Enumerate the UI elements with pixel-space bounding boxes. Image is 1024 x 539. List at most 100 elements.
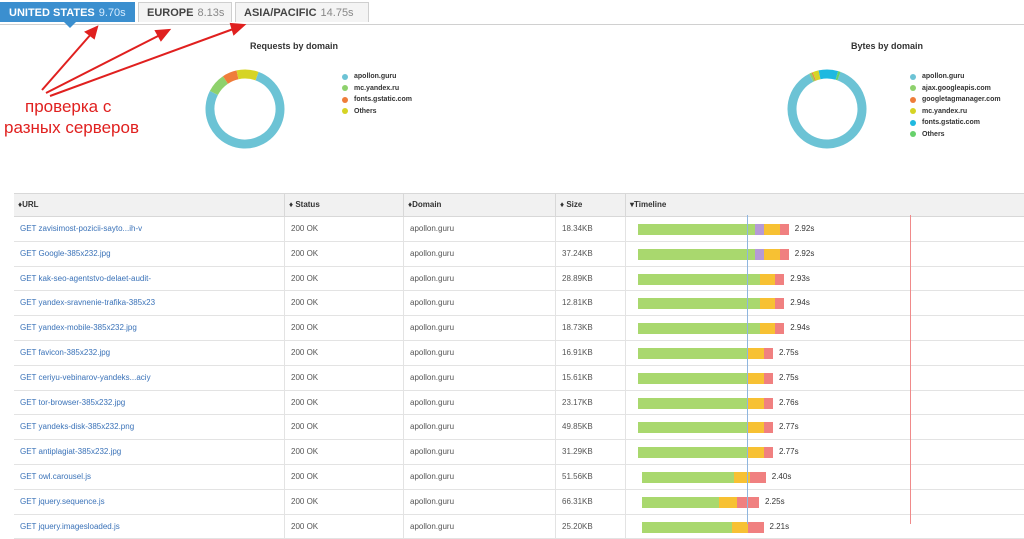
donut-slice[interactable] [792, 76, 862, 144]
request-url-link[interactable]: GET kak-seo-agentstvo-delaet-audit- [14, 267, 284, 291]
table-row[interactable]: GET tor-browser-385x232.jpg200 OKapollon… [14, 391, 1024, 416]
table-row[interactable]: GET owl.carousel.js200 OKapollon.guru51.… [14, 465, 1024, 490]
request-url-link[interactable]: GET jquery.sequence.js [14, 490, 284, 514]
timeline-bar[interactable] [638, 323, 784, 334]
timeline-segment [638, 447, 748, 458]
request-url-link[interactable]: GET favicon-385x232.jpg [14, 341, 284, 365]
donut-slice[interactable] [811, 77, 813, 78]
request-url-link[interactable]: GET yandex-mobile-385x232.jpg [14, 316, 284, 340]
table-row[interactable]: GET yandex-sravnenie-trafika-385x23200 O… [14, 291, 1024, 316]
size-cell: 15.61KB [555, 366, 625, 390]
timeline-segment [775, 323, 784, 334]
size-cell: 18.34KB [555, 217, 625, 241]
table-row[interactable]: GET yandex-mobile-385x232.jpg200 OKapoll… [14, 316, 1024, 341]
timeline-bar[interactable] [638, 447, 773, 458]
timeline-segment [760, 298, 776, 309]
donut-slice[interactable] [820, 74, 837, 75]
request-url-link[interactable]: GET Google-385x232.jpg [14, 242, 284, 266]
timeline-bar[interactable] [638, 224, 789, 235]
timeline-cell: 2.75s [625, 366, 1024, 390]
table-row[interactable]: GET zavisimost-pozicii-sayto...ih-v200 O… [14, 217, 1024, 242]
timeline-segment [642, 472, 734, 483]
column-header-url[interactable]: ♦URL [14, 194, 284, 216]
timeline-bar[interactable] [638, 422, 773, 433]
column-header-domain[interactable]: ♦Domain [403, 194, 555, 216]
timeline-duration: 2.94s [790, 316, 810, 340]
timeline-segment [642, 497, 719, 508]
table-row[interactable]: GET kak-seo-agentstvo-delaet-audit-200 O… [14, 267, 1024, 292]
request-url-link[interactable]: GET ceriyu-vebinarov-yandeks...aciy [14, 366, 284, 390]
table-body: GET zavisimost-pozicii-sayto...ih-v 200 O… [14, 217, 1024, 539]
legend-label: fonts.gstatic.com [354, 94, 412, 106]
timeline-cell: 2.93s [625, 267, 1024, 291]
column-header-size[interactable]: ♦ Size [555, 194, 625, 216]
timeline-bar[interactable] [642, 497, 759, 508]
request-url-link[interactable]: GET zavisimost-pozicii-sayto...ih-v [14, 217, 284, 241]
request-url-link[interactable]: GET jquery.imagesloaded.js [14, 515, 284, 539]
legend-label: mc.yandex.ru [922, 106, 967, 118]
timeline-segment [764, 422, 773, 433]
arrow-head [156, 30, 169, 40]
legend-label: Others [354, 106, 377, 118]
legend-label: fonts.gstatic.com [922, 117, 980, 129]
timeline-segment [764, 373, 773, 384]
timeline-bar[interactable] [638, 274, 784, 285]
legend-dot-icon [910, 108, 916, 114]
legend-item: Others [910, 129, 1001, 141]
table-row[interactable]: GET ceriyu-vebinarov-yandeks...aciy200 O… [14, 366, 1024, 391]
request-url-link[interactable]: GET yandex-sravnenie-trafika-385x23 [14, 291, 284, 315]
donut-slice[interactable] [814, 75, 819, 77]
table-row[interactable]: GET antiplagiat-385x232.jpg200 OKapollon… [14, 440, 1024, 465]
timeline-bar[interactable] [638, 398, 773, 409]
legend-dot-icon [910, 74, 916, 80]
timeline-cell: 2.77s [625, 440, 1024, 464]
domain-cell: apollon.guru [403, 217, 555, 241]
donut-slice[interactable] [225, 75, 237, 80]
timeline-segment [764, 447, 773, 458]
timeline-duration: 2.77s [779, 415, 799, 439]
timeline-segment [764, 398, 773, 409]
status-cell: 200 OK [284, 415, 403, 439]
table-row[interactable]: GET favicon-385x232.jpg200 OKapollon.gur… [14, 341, 1024, 366]
arrow-head [231, 24, 244, 34]
table-row[interactable]: GET jquery.imagesloaded.js200 OKapollon.… [14, 515, 1024, 539]
timeline-cell: 2.92s [625, 242, 1024, 266]
table-row[interactable]: GET yandeks-disk-385x232.png200 OKapollo… [14, 415, 1024, 440]
timeline-segment [638, 348, 748, 359]
legend-item: mc.yandex.ru [342, 83, 412, 95]
table-row[interactable]: GET jquery.sequence.js200 OKapollon.guru… [14, 490, 1024, 515]
size-cell: 25.20KB [555, 515, 625, 539]
timeline-dom-loaded-marker [747, 215, 748, 524]
timeline-bar[interactable] [638, 348, 773, 359]
domain-cell: apollon.guru [403, 391, 555, 415]
request-url-link[interactable]: GET antiplagiat-385x232.jpg [14, 440, 284, 464]
request-url-link[interactable]: GET tor-browser-385x232.jpg [14, 391, 284, 415]
column-header-timeline[interactable]: ▾Timeline [625, 194, 1024, 216]
timeline-segment [760, 274, 776, 285]
request-url-link[interactable]: GET yandeks-disk-385x232.png [14, 415, 284, 439]
timeline-cell: 2.94s [625, 316, 1024, 340]
annotation-line-2: разных серверов [4, 117, 139, 139]
legend-label: Others [922, 129, 945, 141]
timeline-bar[interactable] [638, 373, 773, 384]
timeline-bar[interactable] [638, 298, 784, 309]
donut-slice[interactable] [214, 80, 226, 93]
timeline-bar[interactable] [642, 522, 764, 533]
domain-cell: apollon.guru [403, 465, 555, 489]
timeline-segment [638, 323, 760, 334]
status-cell: 200 OK [284, 366, 403, 390]
donut-slice[interactable] [238, 74, 257, 76]
requests-legend: apollon.gurumc.yandex.rufonts.gstatic.co… [342, 71, 412, 117]
arrow-head [86, 27, 97, 38]
donut-slice[interactable] [837, 75, 839, 76]
timeline-segment [748, 373, 764, 384]
table-row[interactable]: GET Google-385x232.jpg200 OKapollon.guru… [14, 242, 1024, 267]
legend-dot-icon [342, 85, 348, 91]
column-header-status[interactable]: ♦ Status [284, 194, 403, 216]
request-url-link[interactable]: GET owl.carousel.js [14, 465, 284, 489]
size-cell: 23.17KB [555, 391, 625, 415]
timeline-segment [764, 224, 780, 235]
timeline-cell: 2.77s [625, 415, 1024, 439]
domain-cell: apollon.guru [403, 366, 555, 390]
timeline-bar[interactable] [638, 249, 789, 260]
